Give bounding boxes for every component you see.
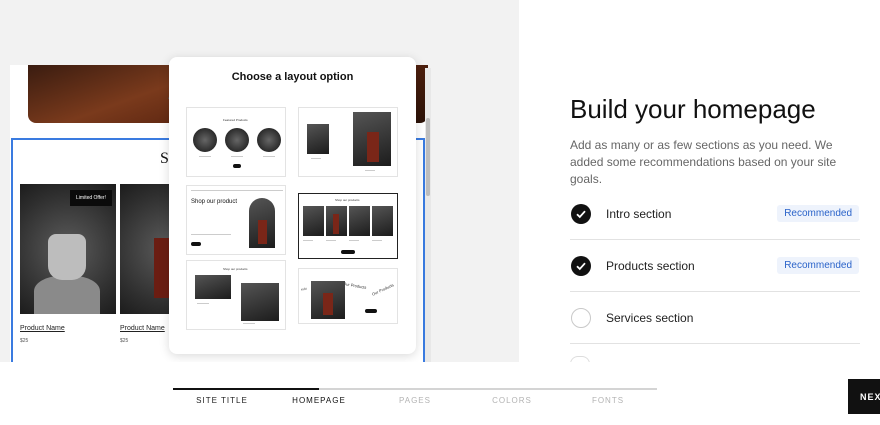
product-thumb [195, 275, 231, 299]
section-row-services[interactable]: Services section [570, 292, 860, 344]
option-heading: Shop our products [223, 267, 248, 271]
recommended-badge: Recommended [777, 257, 859, 274]
step-colors[interactable]: COLORS [472, 396, 552, 405]
section-label: Services section [606, 310, 694, 325]
product-name[interactable]: Product Name [20, 325, 65, 332]
product-thumb [303, 206, 324, 236]
layout-option-circles[interactable]: Featured Products [186, 107, 286, 177]
section-label: Products section [606, 258, 695, 273]
option-heading: Featured Products [223, 118, 248, 122]
product-thumb [372, 206, 393, 236]
section-label: Intro section [606, 206, 672, 221]
step-site-title[interactable]: SITE TITLE [182, 396, 262, 405]
step-homepage[interactable]: HOMEPAGE [279, 396, 359, 405]
button-shape [365, 309, 377, 313]
layout-option-staggered[interactable]: Shop our products [186, 260, 286, 330]
product-name[interactable]: Product Name [120, 325, 165, 332]
vase-shape [48, 234, 86, 280]
limited-offer-badge: Limited Offer! [70, 190, 112, 206]
product-thumb [249, 198, 275, 248]
vase-shape [154, 238, 170, 298]
product-thumb [307, 124, 329, 154]
layout-option-curved[interactable]: Kolo Our Products Our Products [298, 268, 398, 324]
layout-picker-popover: Choose a layout option Featured Products… [169, 57, 416, 354]
empty-circle-icon[interactable] [571, 307, 591, 328]
pedestal-shape [34, 276, 100, 314]
section-row-intro[interactable]: Intro section Recommended [570, 188, 860, 240]
vase-shape [367, 132, 379, 162]
product-image: Limited Offer! [20, 184, 116, 314]
layout-option-grid[interactable]: Shop our products [298, 193, 398, 259]
checkmark-icon[interactable] [571, 203, 591, 224]
step-pages[interactable]: PAGES [375, 396, 455, 405]
section-row-products[interactable]: Products section Recommended [570, 240, 860, 292]
option-heading: Shop our products [335, 198, 360, 202]
vase-shape [323, 293, 333, 315]
recommended-badge: Recommended [777, 205, 859, 222]
page-title: Build your homepage [570, 94, 816, 124]
layout-option-offset[interactable] [298, 107, 398, 177]
option-heading: Shop our product [191, 199, 238, 205]
page-description: Add as many or as few sections as you ne… [570, 138, 837, 186]
product-thumb [225, 128, 249, 152]
product-price: $25 [120, 338, 129, 344]
popover-title: Choose a layout option [231, 71, 354, 83]
button-shape [233, 164, 241, 168]
checkmark-icon[interactable] [571, 255, 591, 276]
section-heading: S [160, 150, 169, 167]
product-thumb [349, 206, 370, 236]
button-shape [341, 250, 355, 254]
button-shape [191, 242, 201, 246]
layout-option-arch[interactable]: Shop our product [186, 185, 286, 255]
progress-fill [173, 388, 319, 390]
preview-scrollbar-track[interactable] [425, 68, 431, 362]
vase-shape [333, 214, 339, 234]
preview-scrollbar-thumb[interactable] [426, 118, 430, 196]
product-thumb [241, 283, 279, 321]
product-thumb [193, 128, 217, 152]
option-heading: Our Products [342, 280, 367, 291]
vase-shape [258, 220, 267, 244]
step-fonts[interactable]: FONTS [568, 396, 648, 405]
product-price: $25 [20, 338, 29, 344]
onboarding-screen: S Limited Offer! Product Name $25 Produc… [0, 0, 880, 425]
bottom-progress-bar: SITE TITLE HOMEPAGE PAGES COLORS FONTS N… [0, 362, 880, 425]
next-button[interactable]: NEXT [848, 379, 880, 414]
product-thumb [257, 128, 281, 152]
